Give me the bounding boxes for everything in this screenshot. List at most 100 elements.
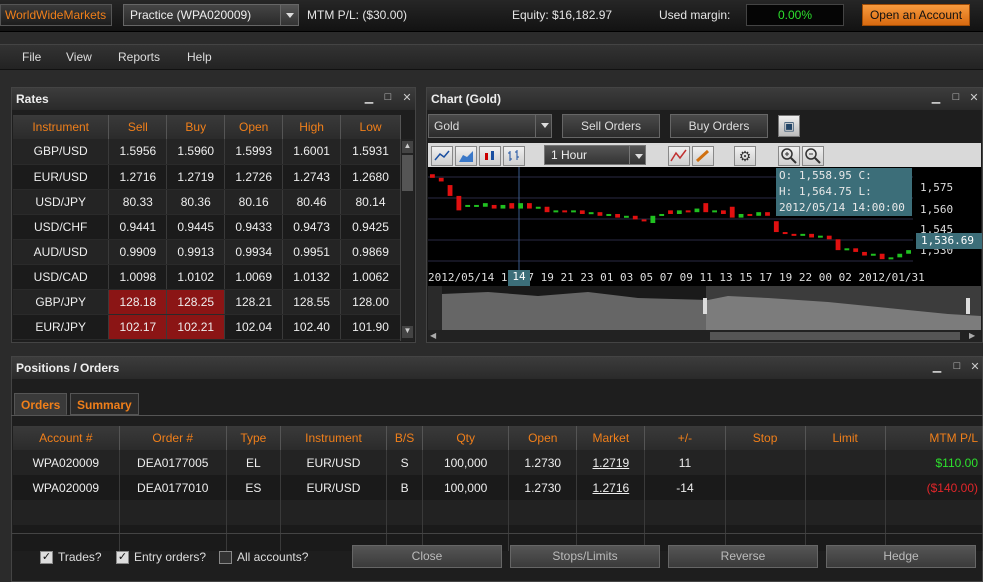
scroll-down-icon[interactable]: ▼ <box>402 326 413 338</box>
candle[interactable] <box>844 248 850 251</box>
rates-col-header[interactable]: Sell <box>108 115 168 139</box>
candle[interactable] <box>729 206 735 218</box>
menu-view[interactable]: View <box>66 50 92 64</box>
positions-col-header[interactable]: Limit <box>805 426 886 450</box>
candle[interactable] <box>456 195 462 211</box>
chevron-down-icon[interactable] <box>280 5 298 25</box>
rates-col-header[interactable]: High <box>282 115 342 139</box>
candle[interactable] <box>571 210 576 213</box>
candle[interactable] <box>809 233 814 238</box>
positions-row[interactable]: WPA020009 DEA0177010 ES EUR/USD B 100,000 1.27… <box>13 475 983 500</box>
candle[interactable] <box>544 206 550 213</box>
candle[interactable] <box>579 210 585 214</box>
rates-col-header[interactable]: Open <box>224 115 284 139</box>
maximize-icon[interactable]: □ <box>950 360 964 372</box>
candle[interactable] <box>527 203 532 209</box>
chevron-down-icon[interactable] <box>535 115 551 137</box>
menu-reports[interactable]: Reports <box>118 50 160 64</box>
positions-col-header[interactable]: Qty <box>422 426 510 450</box>
rates-col-header[interactable]: Low <box>340 115 401 139</box>
hedge-button[interactable]: Hedge <box>826 545 976 568</box>
candle[interactable] <box>773 221 779 233</box>
candle[interactable] <box>747 213 753 216</box>
scroll-right-icon[interactable]: ▶ <box>969 331 979 341</box>
rate-cell[interactable]: 1.5960 <box>166 139 226 165</box>
scroll-thumb[interactable] <box>710 332 960 340</box>
chart-navigator[interactable] <box>428 286 981 330</box>
area-chart-icon[interactable] <box>455 146 477 166</box>
rate-cell[interactable]: 0.9445 <box>166 214 226 240</box>
positions-cell[interactable]: 1.2716 <box>576 475 646 500</box>
rate-cell[interactable]: 0.9441 <box>108 214 168 240</box>
line-chart-icon[interactable] <box>431 146 453 166</box>
candle[interactable] <box>606 213 612 216</box>
candle[interactable] <box>721 210 726 214</box>
rates-row[interactable]: EUR/USD 1.2716 1.2719 1.2726 1.2743 1.2680 <box>13 164 401 190</box>
rate-cell[interactable]: 102.21 <box>166 314 226 340</box>
stops-limits-button[interactable]: Stops/Limits <box>510 545 660 568</box>
candle[interactable] <box>518 203 523 209</box>
positions-col-header[interactable]: Type <box>226 426 281 450</box>
candle[interactable] <box>465 204 471 207</box>
candle[interactable] <box>447 185 453 196</box>
maximize-icon[interactable]: □ <box>381 91 395 103</box>
account-selector[interactable]: Practice (WPA020009) <box>123 4 299 26</box>
scroll-thumb[interactable] <box>402 155 413 191</box>
positions-col-header[interactable]: +/- <box>644 426 726 450</box>
candle[interactable] <box>853 248 859 252</box>
positions-col-header[interactable]: Stop <box>725 426 806 450</box>
candle[interactable] <box>482 203 488 207</box>
rate-cell[interactable]: 1.5956 <box>108 139 168 165</box>
reverse-button[interactable]: Reverse <box>668 545 818 568</box>
rates-row[interactable]: USD/JPY 80.33 80.36 80.16 80.46 80.14 <box>13 189 401 215</box>
zoom-in-icon[interactable] <box>778 146 800 166</box>
candle[interactable] <box>685 210 691 213</box>
buy-orders-button[interactable]: Buy Orders <box>670 114 768 138</box>
candle[interactable] <box>615 213 620 218</box>
candle[interactable] <box>588 212 594 215</box>
candle[interactable] <box>535 206 541 209</box>
candle[interactable] <box>597 212 603 216</box>
close-icon[interactable]: ✕ <box>967 91 981 104</box>
instrument-select[interactable]: Gold <box>428 114 552 138</box>
candle[interactable] <box>703 203 709 213</box>
close-icon[interactable]: ✕ <box>968 360 982 373</box>
candle[interactable] <box>430 174 435 178</box>
candle[interactable] <box>712 210 717 213</box>
rates-col-header[interactable]: Buy <box>166 115 226 139</box>
camera-icon[interactable]: ▣ <box>778 115 800 137</box>
rates-row[interactable]: EUR/JPY 102.17 102.21 102.04 102.40 101.90 <box>13 314 401 340</box>
chevron-down-icon[interactable] <box>629 146 645 164</box>
navigator-left-handle[interactable] <box>703 298 707 314</box>
candle[interactable] <box>826 235 832 240</box>
candle[interactable] <box>879 253 885 260</box>
candle[interactable] <box>509 203 515 209</box>
close-button[interactable]: Close <box>352 545 502 568</box>
positions-col-header[interactable]: Order # <box>119 426 227 450</box>
positions-col-header[interactable]: Instrument <box>280 426 388 450</box>
candle[interactable] <box>782 232 788 235</box>
candle[interactable] <box>756 212 762 216</box>
candle[interactable] <box>870 253 876 256</box>
candle[interactable] <box>659 213 665 216</box>
minimize-icon[interactable]: ▁ <box>362 91 376 104</box>
rates-scrollbar[interactable]: ▲ ▼ <box>400 139 414 341</box>
positions-col-header[interactable]: MTM P/L <box>885 426 983 450</box>
candle[interactable] <box>800 233 806 236</box>
candle[interactable] <box>641 219 647 222</box>
candle[interactable] <box>624 215 629 218</box>
tab-summary[interactable]: Summary <box>70 393 139 415</box>
candle[interactable] <box>897 253 903 258</box>
menu-file[interactable]: File <box>22 50 41 64</box>
candle[interactable] <box>632 215 638 220</box>
candle-chart-icon[interactable] <box>479 146 501 166</box>
candle[interactable] <box>862 251 867 256</box>
candle[interactable] <box>888 257 894 260</box>
scroll-left-icon[interactable]: ◀ <box>430 331 440 341</box>
all-accounts-checkbox[interactable] <box>219 551 232 564</box>
positions-col-header[interactable]: Account # <box>13 426 120 450</box>
candle[interactable] <box>474 204 479 207</box>
sell-orders-button[interactable]: Sell Orders <box>562 114 660 138</box>
positions-cell[interactable]: 1.2719 <box>576 450 646 475</box>
candle[interactable] <box>676 210 682 214</box>
